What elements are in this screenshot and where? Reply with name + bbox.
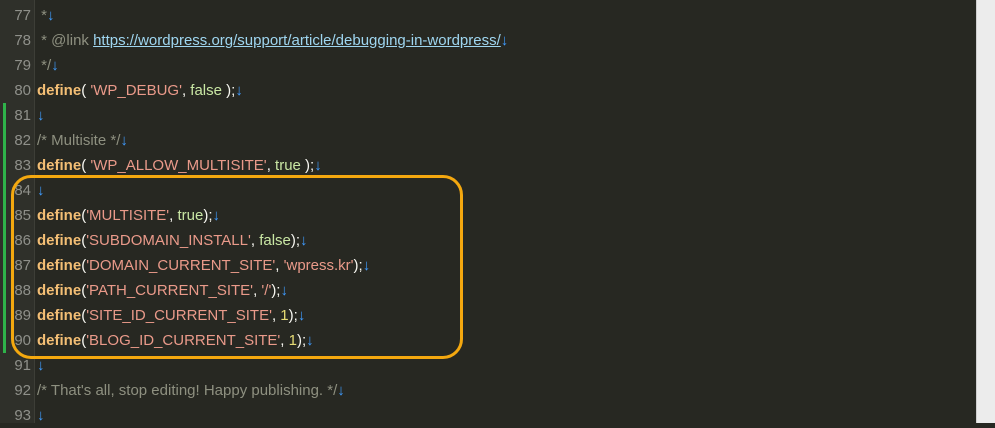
comment-token: */: [37, 57, 52, 74]
newline-marker-icon: ↓: [37, 107, 45, 124]
comment-token: /* Multisite */: [37, 132, 121, 149]
line-number: 93: [14, 407, 31, 424]
code-line[interactable]: 81 ↓: [0, 103, 976, 128]
newline-marker-icon: ↓: [337, 382, 345, 399]
keyword-token: define: [37, 82, 82, 99]
newline-marker-icon: ↓: [235, 82, 243, 99]
newline-marker-icon: ↓: [500, 32, 509, 49]
line-content: /* Multisite */↓: [37, 128, 128, 153]
comment-token: * @link: [37, 32, 94, 49]
line-number: 77: [14, 7, 31, 24]
newline-marker-icon: ↓: [120, 132, 128, 149]
code-line[interactable]: 82 /* Multisite */↓: [0, 128, 976, 153]
code-line[interactable]: 92 /* That's all, stop editing! Happy pub…: [0, 378, 976, 403]
line-number: 81: [14, 107, 31, 124]
line-number: 83: [14, 157, 31, 174]
line-content: ↓: [37, 103, 45, 128]
string-token: 'WP_ALLOW_MULTISITE': [90, 157, 267, 174]
keyword-token: define: [37, 157, 82, 174]
punctuation-token: );: [221, 82, 236, 99]
code-line[interactable]: 79 */↓: [0, 53, 976, 78]
line-number: 78: [14, 32, 31, 49]
code-line[interactable]: 93 ↓: [0, 403, 976, 428]
line-number: 92: [14, 382, 31, 399]
code-line[interactable]: 80 define( 'WP_DEBUG', false );↓: [0, 78, 976, 103]
line-content: *↓: [37, 3, 55, 28]
newline-marker-icon: ↓: [47, 7, 55, 24]
line-number: 80: [14, 82, 31, 99]
boolean-token: false: [190, 82, 222, 99]
comment-token: *: [37, 7, 48, 24]
line-content: ↓: [37, 403, 45, 428]
string-token: 'WP_DEBUG': [90, 82, 182, 99]
vertical-scrollbar[interactable]: [976, 0, 995, 423]
newline-marker-icon: ↓: [314, 157, 322, 174]
boolean-token: true: [275, 157, 301, 174]
url-link[interactable]: https://wordpress.org/support/article/de…: [93, 32, 501, 49]
code-editor[interactable]: 77 *↓ 78 * @link https://wordpress.org/su…: [0, 0, 995, 424]
punctuation-token: (: [81, 82, 91, 99]
line-number: 82: [14, 132, 31, 149]
newline-marker-icon: ↓: [37, 357, 45, 374]
highlight-annotation-box: [11, 175, 463, 359]
line-number: 79: [14, 57, 31, 74]
code-line[interactable]: 77 *↓: [0, 3, 976, 28]
punctuation-token: );: [300, 157, 315, 174]
newline-marker-icon: ↓: [37, 407, 45, 424]
line-content: /* That's all, stop editing! Happy publi…: [37, 378, 345, 403]
line-content: */↓: [37, 53, 59, 78]
punctuation-token: (: [81, 157, 91, 174]
comment-token: /* That's all, stop editing! Happy publi…: [37, 382, 338, 399]
newline-marker-icon: ↓: [51, 57, 59, 74]
punctuation-token: ,: [266, 157, 276, 174]
code-line[interactable]: 78 * @link https://wordpress.org/support…: [0, 28, 976, 53]
line-content: * @link https://wordpress.org/support/ar…: [37, 28, 508, 53]
line-content: define( 'WP_DEBUG', false );↓: [37, 78, 243, 103]
